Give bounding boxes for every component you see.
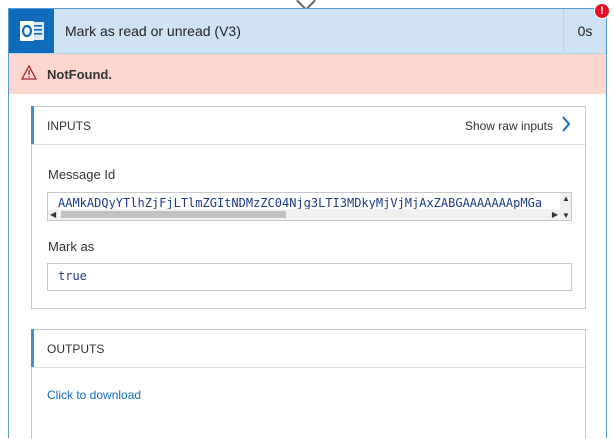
scrollbar-thumb[interactable] <box>61 211 286 218</box>
section-accent-bar <box>31 106 34 144</box>
chevron-right-icon <box>561 116 571 135</box>
message-id-value: AAMkADQyYTlhZjFjLTlmZGItNDMzZC04Njg3LTI3… <box>58 196 543 210</box>
scroll-up-icon[interactable]: ▲ <box>562 194 570 203</box>
action-title: Mark as read or unread (V3) <box>65 23 241 39</box>
mark-as-field[interactable]: true <box>47 263 572 291</box>
message-id-field[interactable]: AAMkADQyYTlhZjFjLTlmZGItNDMzZC04Njg3LTI3… <box>47 192 572 221</box>
inputs-section-title: INPUTS <box>47 119 92 133</box>
scroll-down-icon[interactable]: ▼ <box>562 211 570 220</box>
outputs-section-header: OUTPUTS <box>31 329 585 368</box>
warning-icon <box>20 64 38 83</box>
show-raw-inputs-label: Show raw inputs <box>464 118 553 133</box>
vertical-scrollbar[interactable]: ▲ ▼ <box>560 193 571 220</box>
click-to-download-link[interactable]: Click to download <box>47 388 141 402</box>
error-message: NotFound. <box>47 67 112 82</box>
outputs-section: OUTPUTS Click to download <box>31 329 586 439</box>
show-raw-inputs-link[interactable]: Show raw inputs <box>465 116 571 135</box>
mark-as-value: true <box>58 269 87 283</box>
section-accent-bar <box>31 329 34 367</box>
error-banner: NotFound. <box>9 54 606 94</box>
inputs-section: INPUTS Show raw inputs Message Id AAMkAD… <box>31 106 586 309</box>
message-id-label: Message Id <box>48 167 116 182</box>
error-badge: ! <box>594 3 610 19</box>
outlook-icon <box>9 9 54 53</box>
horizontal-scrollbar[interactable]: ◀ ▶ <box>48 209 560 220</box>
action-header[interactable]: Mark as read or unread (V3) 0s <box>9 9 606 54</box>
action-card: Mark as read or unread (V3) 0s NotFound.… <box>8 8 607 439</box>
inputs-section-header: INPUTS Show raw inputs <box>31 106 585 145</box>
scroll-right-icon[interactable]: ▶ <box>552 210 558 219</box>
outputs-section-title: OUTPUTS <box>47 342 105 356</box>
mark-as-label: Mark as <box>48 239 95 254</box>
scroll-left-icon[interactable]: ◀ <box>50 210 56 219</box>
